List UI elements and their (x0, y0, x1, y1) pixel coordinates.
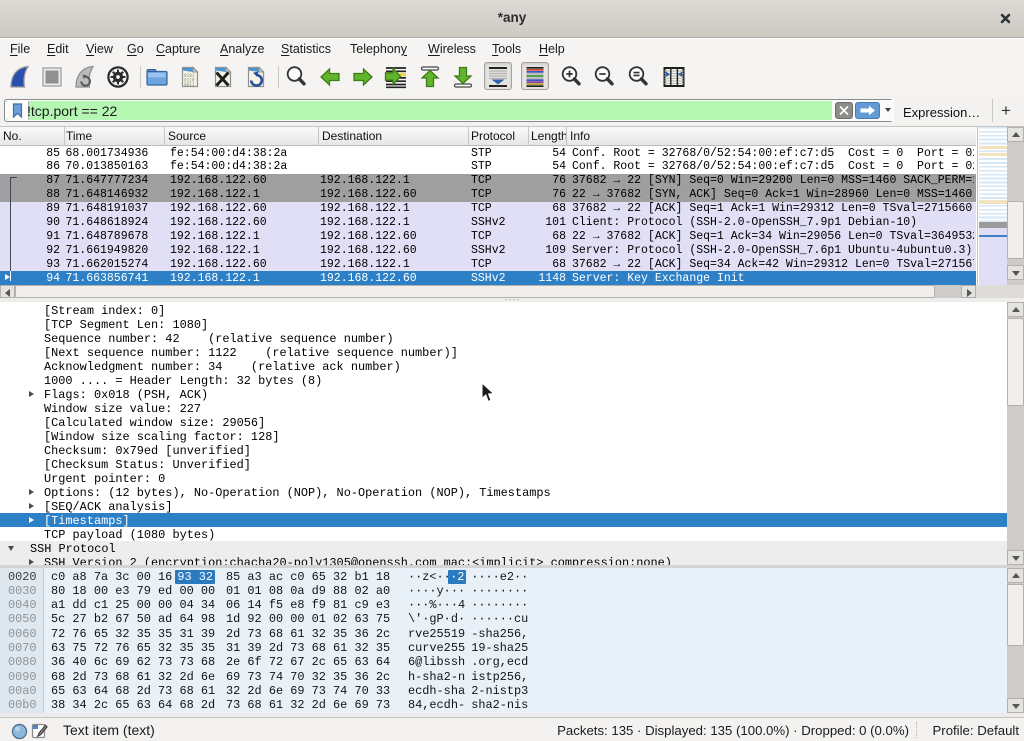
svg-text:0011: 0011 (184, 82, 195, 88)
